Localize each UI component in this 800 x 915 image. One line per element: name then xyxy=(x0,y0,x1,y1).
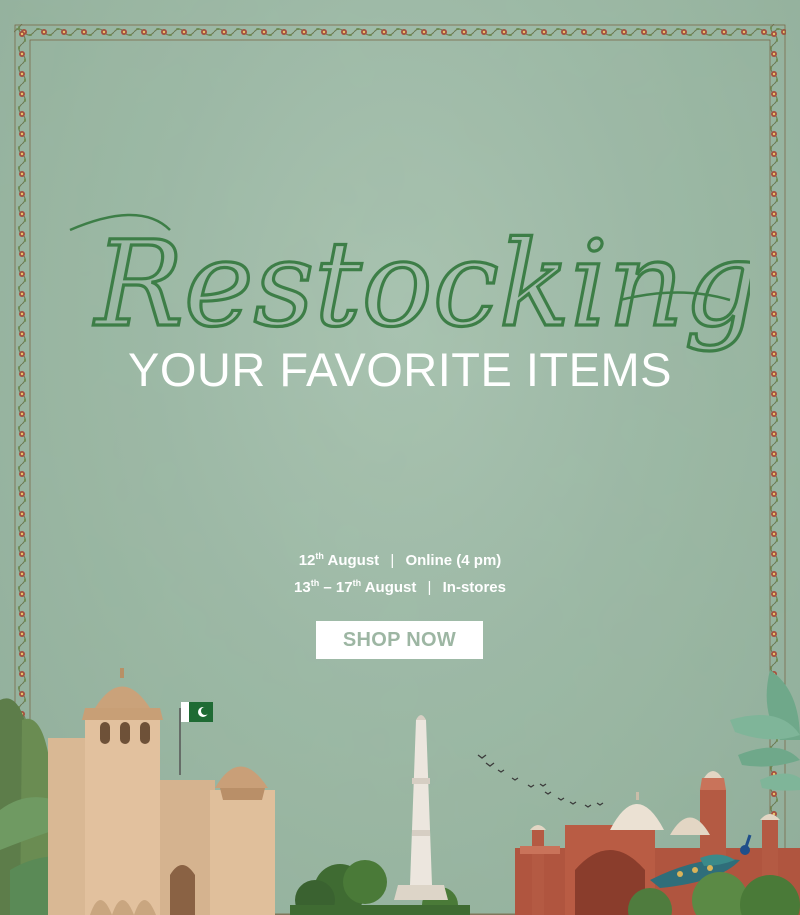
instore-start-suffix: th xyxy=(310,578,320,588)
lahore-fort-icon xyxy=(48,668,275,915)
instore-label: In-stores xyxy=(442,579,506,596)
promo-banner: Restocking YOUR FAVORITE ITEMS 12th Augu… xyxy=(0,0,800,915)
script-title-text: Restocking xyxy=(93,215,750,353)
date-separator: | xyxy=(390,552,395,569)
event-dates: 12th August | Online (4 pm) 13th – 17th … xyxy=(0,545,800,599)
instore-dash: – xyxy=(323,579,332,596)
online-day: 12 xyxy=(298,552,316,569)
landmarks-illustration xyxy=(0,668,800,915)
online-month: August xyxy=(327,552,380,569)
minar-e-pakistan-icon xyxy=(394,715,448,900)
instore-end-suffix: th xyxy=(352,578,362,588)
instore-end-day: 17 xyxy=(335,579,353,596)
online-date-line: 12th August | Online (4 pm) xyxy=(0,545,800,572)
headline: YOUR FAVORITE ITEMS xyxy=(128,343,672,396)
instore-date-line: 13th – 17th August | In-stores xyxy=(0,572,800,599)
shop-now-button[interactable]: SHOP NOW xyxy=(316,621,483,659)
instore-start-day: 13 xyxy=(294,579,311,596)
instore-month: August xyxy=(364,579,417,596)
online-label: Online (4 pm) xyxy=(405,552,502,569)
date-separator: | xyxy=(427,579,432,596)
pakistan-flag-icon xyxy=(181,702,213,722)
online-day-suffix: th xyxy=(315,551,324,561)
birds-icon xyxy=(477,754,604,808)
